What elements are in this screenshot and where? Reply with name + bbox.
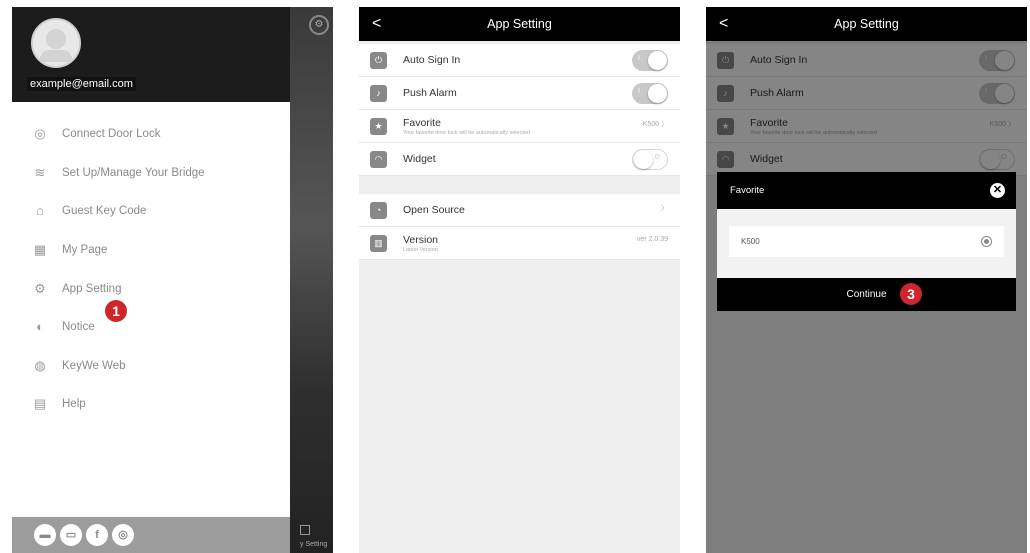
setting-row-widget: ◠ Widget O <box>359 143 680 176</box>
profile-card-icon: ▦ <box>33 242 47 258</box>
menu-item-notice[interactable]: ◐ Notice <box>12 308 290 347</box>
chat-icon[interactable]: ▭ <box>60 524 82 546</box>
drawer-menu: ◎ Connect Door Lock ≋ Set Up/Manage Your B… <box>12 115 290 424</box>
microphone-icon: ◐ <box>36 319 44 335</box>
background-app <box>290 7 333 553</box>
avatar[interactable] <box>31 18 81 68</box>
bell-icon: ♪ <box>370 84 387 102</box>
setting-row-version: ▥ Version Latest Version ver 2.0.39 <box>359 227 680 260</box>
nav-dim-layer <box>706 7 1027 41</box>
setting-label: Auto Sign In <box>403 54 461 66</box>
dialog-title: Favorite <box>730 185 765 196</box>
favorite-dialog: Favorite ✕ K500 Continue <box>717 172 1016 311</box>
app-setting-screen: < App Setting ⏻ Auto Sign In I ♪ Push Al… <box>359 7 680 553</box>
back-icon[interactable]: < <box>372 7 381 41</box>
toggle-text: I <box>638 88 640 95</box>
menu-item-app-setting[interactable]: ⚙ App Setting <box>12 269 290 308</box>
push-alarm-toggle[interactable]: I <box>632 83 668 104</box>
setting-label: Push Alarm <box>403 87 457 99</box>
setting-label: Version <box>403 233 439 246</box>
toggle-text: I <box>638 55 640 62</box>
menu-item-label: Help <box>62 398 86 411</box>
user-email: example@email.com <box>27 77 136 91</box>
setting-row-push-alarm: ♪ Push Alarm I <box>359 77 680 110</box>
chevron-right-icon: 〉 <box>661 205 668 212</box>
dialog-body: K500 <box>717 209 1016 278</box>
widget-toggle[interactable]: O <box>632 149 668 170</box>
menu-item-connect-door-lock[interactable]: ◎ Connect Door Lock <box>12 115 290 154</box>
menu-item-label: Connect Door Lock <box>62 128 161 141</box>
toggle-knob <box>634 150 653 169</box>
close-icon[interactable]: ✕ <box>990 183 1005 198</box>
settings-icon[interactable]: ⚙ <box>309 15 329 35</box>
setting-row-auto-sign-in: ⏻ Auto Sign In I <box>359 44 680 77</box>
menu-item-label: App Setting <box>62 282 122 295</box>
menu-item-label: My Page <box>62 244 108 257</box>
setting-label: Widget <box>403 153 436 165</box>
toggle-text: O <box>654 154 660 161</box>
page-title: App Setting <box>487 17 552 31</box>
star-icon: ★ <box>370 117 387 135</box>
settings-group: ⏻ Auto Sign In I ♪ Push Alarm I ★ Favori… <box>359 44 680 176</box>
info-group: ◔ Open Source 〉 ▥ Version Latest Version… <box>359 194 680 260</box>
favorite-dialog-screen: < App Setting ⏻ Auto Sign In I ♪ Push Al… <box>706 7 1027 553</box>
nav-bar: < App Setting <box>359 7 680 41</box>
drawer-header: example@email.com <box>12 7 290 102</box>
continue-button[interactable]: Continue <box>717 278 1016 311</box>
globe-icon: ◍ <box>34 357 46 373</box>
gear-icon: ⚙ <box>34 280 46 296</box>
favorite-option[interactable]: K500 <box>729 226 1004 257</box>
door-lock-icon: ◎ <box>34 126 46 142</box>
menu-item-help[interactable]: ▤ Help <box>12 385 290 424</box>
version-value: ver 2.0.39 <box>636 236 668 243</box>
wifi-icon: ≋ <box>34 164 46 180</box>
setting-label: Favorite <box>403 116 441 129</box>
option-label: K500 <box>741 237 760 246</box>
setting-row-open-source[interactable]: ◔ Open Source 〉 <box>359 194 680 227</box>
favorite-value: K500 〉 <box>642 121 668 128</box>
github-icon: ◔ <box>370 201 387 219</box>
setting-sublabel: Your favorite door lock will be automati… <box>403 129 530 136</box>
menu-item-label: KeyWe Web <box>62 359 126 372</box>
step-badge: 3 <box>900 283 922 305</box>
facebook-icon[interactable]: f <box>86 524 108 546</box>
tab-label: y Setting <box>300 541 328 548</box>
instagram-icon[interactable]: ◎ <box>112 524 134 546</box>
version-icon: ▥ <box>370 234 387 252</box>
menu-item-my-page[interactable]: ▦ My Page <box>12 231 290 270</box>
menu-item-label: Notice <box>62 321 95 334</box>
menu-item-label: Set Up/Manage Your Bridge <box>62 166 205 179</box>
widget-icon: ◠ <box>370 150 387 168</box>
drawer-screen: ⚙ y Setting example@email.com ◎ Connect D… <box>12 7 333 553</box>
social-bar: ▬ ▭ f ◎ <box>12 517 290 553</box>
dialog-header: Favorite ✕ <box>717 172 1016 209</box>
tab-icon <box>300 525 310 535</box>
setting-label: Open Source <box>403 204 465 216</box>
power-icon: ⏻ <box>370 51 387 69</box>
menu-item-label: Guest Key Code <box>62 205 147 218</box>
toggle-knob <box>648 51 667 70</box>
menu-item-bridge[interactable]: ≋ Set Up/Manage Your Bridge <box>12 154 290 193</box>
blog-icon[interactable]: ▬ <box>34 524 56 546</box>
house-icon: ⌂ <box>36 203 44 219</box>
radio-selected-icon[interactable] <box>981 236 992 247</box>
setting-sublabel: Latest Version <box>403 246 438 253</box>
help-document-icon: ▤ <box>33 396 47 412</box>
menu-item-keywe-web[interactable]: ◍ KeyWe Web <box>12 347 290 386</box>
side-drawer: example@email.com ◎ Connect Door Lock ≋ Se… <box>12 7 290 553</box>
step-badge: 1 <box>105 300 127 322</box>
setting-row-favorite[interactable]: ★ Favorite Your favorite door lock will … <box>359 110 680 143</box>
bottom-tab[interactable]: y Setting <box>290 517 333 553</box>
menu-item-guest-key[interactable]: ⌂ Guest Key Code <box>12 192 290 231</box>
auto-sign-in-toggle[interactable]: I <box>632 50 668 71</box>
toggle-knob <box>648 84 667 103</box>
